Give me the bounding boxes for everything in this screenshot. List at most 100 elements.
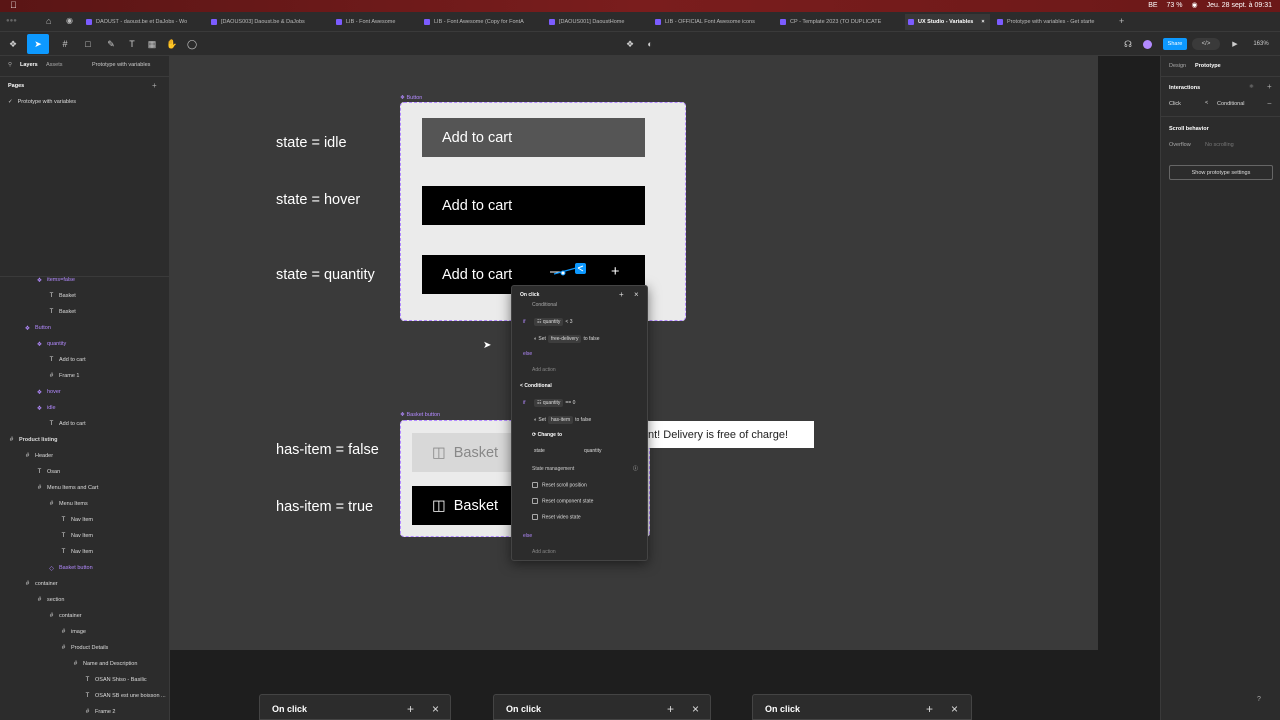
interaction-trigger[interactable]: Click bbox=[1169, 101, 1181, 107]
zoom-level[interactable]: 163% bbox=[1250, 36, 1272, 52]
add-to-cart-button-hover[interactable]: Add to cart bbox=[422, 186, 645, 225]
move-tool-icon[interactable]: ➤ bbox=[27, 34, 49, 54]
add-icon[interactable]: + bbox=[407, 702, 414, 716]
layer-item[interactable]: ❖ Button bbox=[24, 322, 51, 334]
layer-item[interactable]: # container bbox=[24, 578, 58, 590]
interaction-action[interactable]: Conditional bbox=[1217, 101, 1245, 107]
add-icon[interactable]: + bbox=[926, 702, 933, 716]
search-icon[interactable]: ⚲ bbox=[8, 62, 12, 68]
add-interaction-icon[interactable]: + bbox=[1267, 82, 1272, 91]
add-action-button[interactable]: Add action bbox=[532, 367, 556, 373]
overflow-select[interactable]: No scrolling bbox=[1205, 142, 1234, 148]
add-icon[interactable]: + bbox=[667, 702, 674, 716]
show-prototype-settings-button[interactable]: Show prototype settings bbox=[1169, 165, 1273, 180]
layer-item[interactable]: T Nav Item bbox=[60, 514, 93, 526]
prototype-connection[interactable] bbox=[550, 262, 590, 282]
layer-item[interactable]: # Menu Items bbox=[48, 498, 88, 510]
add-page-icon[interactable]: + bbox=[152, 81, 157, 90]
window-controls[interactable]: ●●● bbox=[6, 18, 26, 25]
component-set-label[interactable]: ❖ Button bbox=[400, 95, 422, 101]
reset-scroll-checkbox[interactable]: Reset scroll position bbox=[532, 482, 587, 488]
condition-row[interactable]: ☷ quantity == 0 bbox=[532, 399, 575, 407]
layer-item[interactable]: ❖ quantity bbox=[36, 338, 66, 350]
layer-item[interactable]: T Add to cart bbox=[48, 418, 86, 430]
basket-button-filled[interactable]: ◫ Basket bbox=[412, 486, 517, 525]
layer-item[interactable]: # Product listing bbox=[8, 434, 58, 446]
condition-row[interactable]: ☷ quantity < 3 bbox=[532, 318, 572, 326]
layer-item[interactable]: ◇ Basket button bbox=[48, 562, 92, 574]
interaction-popup[interactable]: On click + × Conditional if ☷ quantity < … bbox=[511, 285, 648, 561]
frame-tool-icon[interactable]: # bbox=[56, 36, 74, 52]
conditional-header[interactable]: Conditional bbox=[532, 302, 557, 308]
reset-video-checkbox[interactable]: Reset video state bbox=[532, 514, 581, 520]
reset-component-checkbox[interactable]: Reset component state bbox=[532, 498, 593, 504]
layer-item[interactable]: ❖ items=false bbox=[36, 274, 75, 286]
layer-item[interactable]: T Add to cart bbox=[48, 354, 86, 366]
component-set-label[interactable]: ❖ Basket button bbox=[400, 412, 440, 418]
remove-interaction-icon[interactable]: − bbox=[1267, 99, 1272, 108]
layer-item[interactable]: ❖ idle bbox=[36, 402, 56, 414]
layer-item[interactable]: T OSAN Shiso - Basilic bbox=[84, 674, 147, 686]
tab-assets[interactable]: Assets bbox=[46, 62, 63, 68]
browser-tab-active[interactable]: UX Studio - Variables × bbox=[905, 14, 990, 30]
layer-item[interactable]: # container bbox=[48, 610, 82, 622]
close-icon[interactable]: × bbox=[692, 702, 699, 716]
browser-tab[interactable]: LIB - Font Awesome (Copy for FontA bbox=[424, 14, 536, 30]
layer-item[interactable]: T Basket bbox=[48, 306, 76, 318]
layer-item[interactable]: # section bbox=[36, 594, 65, 606]
dev-mode-toggle[interactable]: </> bbox=[1192, 38, 1220, 50]
keyboard-layout[interactable]: BE bbox=[1148, 2, 1157, 9]
theme-toggle-icon[interactable]: ◐ bbox=[642, 36, 658, 52]
layer-item[interactable]: T Basket bbox=[48, 290, 76, 302]
wifi-icon[interactable]: ◉ bbox=[1192, 1, 1198, 9]
hand-tool-icon[interactable]: ✋ bbox=[165, 36, 179, 52]
component-icon[interactable]: ❖ bbox=[622, 36, 638, 52]
layer-item[interactable]: ❖ hover bbox=[36, 386, 61, 398]
page-item[interactable]: ✓ Prototype with variables bbox=[8, 96, 76, 108]
help-icon[interactable]: ? bbox=[1257, 696, 1261, 703]
variable-chip[interactable]: has-item bbox=[547, 416, 574, 424]
set-action-row[interactable]: ◐ Set has-item to false bbox=[534, 416, 591, 424]
add-icon[interactable]: + bbox=[619, 290, 624, 299]
layer-item[interactable]: T Osan bbox=[36, 466, 61, 478]
close-icon[interactable]: × bbox=[981, 19, 984, 25]
tab-prototype[interactable]: Prototype bbox=[1195, 63, 1221, 69]
pen-tool-icon[interactable]: ✎ bbox=[102, 36, 120, 52]
browser-tab[interactable]: LIB - OFFICIAL Font Awesome icons bbox=[655, 14, 767, 30]
browser-tab[interactable]: LIB - Font Awesome bbox=[336, 14, 416, 30]
layer-item[interactable]: T Nav Item bbox=[60, 530, 93, 542]
layer-item[interactable]: # Frame 2 bbox=[84, 706, 116, 718]
battery-percent[interactable]: 73 % bbox=[1167, 2, 1183, 9]
page-selector[interactable]: Prototype with variables bbox=[92, 62, 150, 68]
globe-icon[interactable]: ◉ bbox=[66, 16, 73, 25]
add-to-cart-button-idle[interactable]: Add to cart bbox=[422, 118, 645, 157]
tab-layers[interactable]: Layers bbox=[20, 62, 38, 68]
change-to-row[interactable]: ⟳ Change to bbox=[532, 432, 562, 438]
state-property-select[interactable]: quantity bbox=[584, 448, 602, 454]
plus-icon[interactable]: + bbox=[611, 264, 619, 280]
layer-item[interactable]: T OSAN SB est une boisson ... bbox=[84, 690, 166, 702]
layer-item[interactable]: # image bbox=[60, 626, 86, 638]
layer-item[interactable]: # Menu Items and Cart bbox=[36, 482, 99, 494]
new-tab-icon[interactable]: + bbox=[1119, 16, 1124, 26]
close-icon[interactable]: × bbox=[634, 290, 639, 299]
layer-item[interactable]: # Header bbox=[24, 450, 53, 462]
clock[interactable]: Jeu. 28 sept. à 09:31 bbox=[1207, 2, 1272, 9]
share-button[interactable]: Share bbox=[1163, 38, 1187, 50]
audio-icon[interactable]: ☊ bbox=[1120, 36, 1136, 52]
apple-icon[interactable]:  bbox=[10, 0, 17, 10]
browser-tab[interactable]: DAOUST - daoust.be et DaJobs - Wo bbox=[86, 14, 196, 30]
layer-item[interactable]: # Frame 1 bbox=[48, 370, 80, 382]
tab-design[interactable]: Design bbox=[1169, 63, 1186, 69]
browser-tab[interactable]: [DAOUS003] Daoust.be & DaJobs bbox=[211, 14, 321, 30]
layer-item[interactable]: # Product Details bbox=[60, 642, 108, 654]
conditional-header[interactable]: < Conditional bbox=[520, 383, 552, 389]
present-icon[interactable]: ▶ bbox=[1228, 36, 1242, 52]
browser-tab[interactable]: [DAOUS001] DaoustHome bbox=[549, 14, 639, 30]
basket-button-empty[interactable]: ◫ Basket bbox=[412, 433, 517, 472]
avatar[interactable] bbox=[1140, 36, 1154, 52]
flow-icon[interactable]: ⚛ bbox=[1249, 84, 1254, 90]
comment-tool-icon[interactable]: ◯ bbox=[185, 36, 199, 52]
variable-chip[interactable]: ☷ quantity bbox=[534, 399, 564, 407]
interaction-panel[interactable]: On click + × bbox=[493, 694, 711, 720]
